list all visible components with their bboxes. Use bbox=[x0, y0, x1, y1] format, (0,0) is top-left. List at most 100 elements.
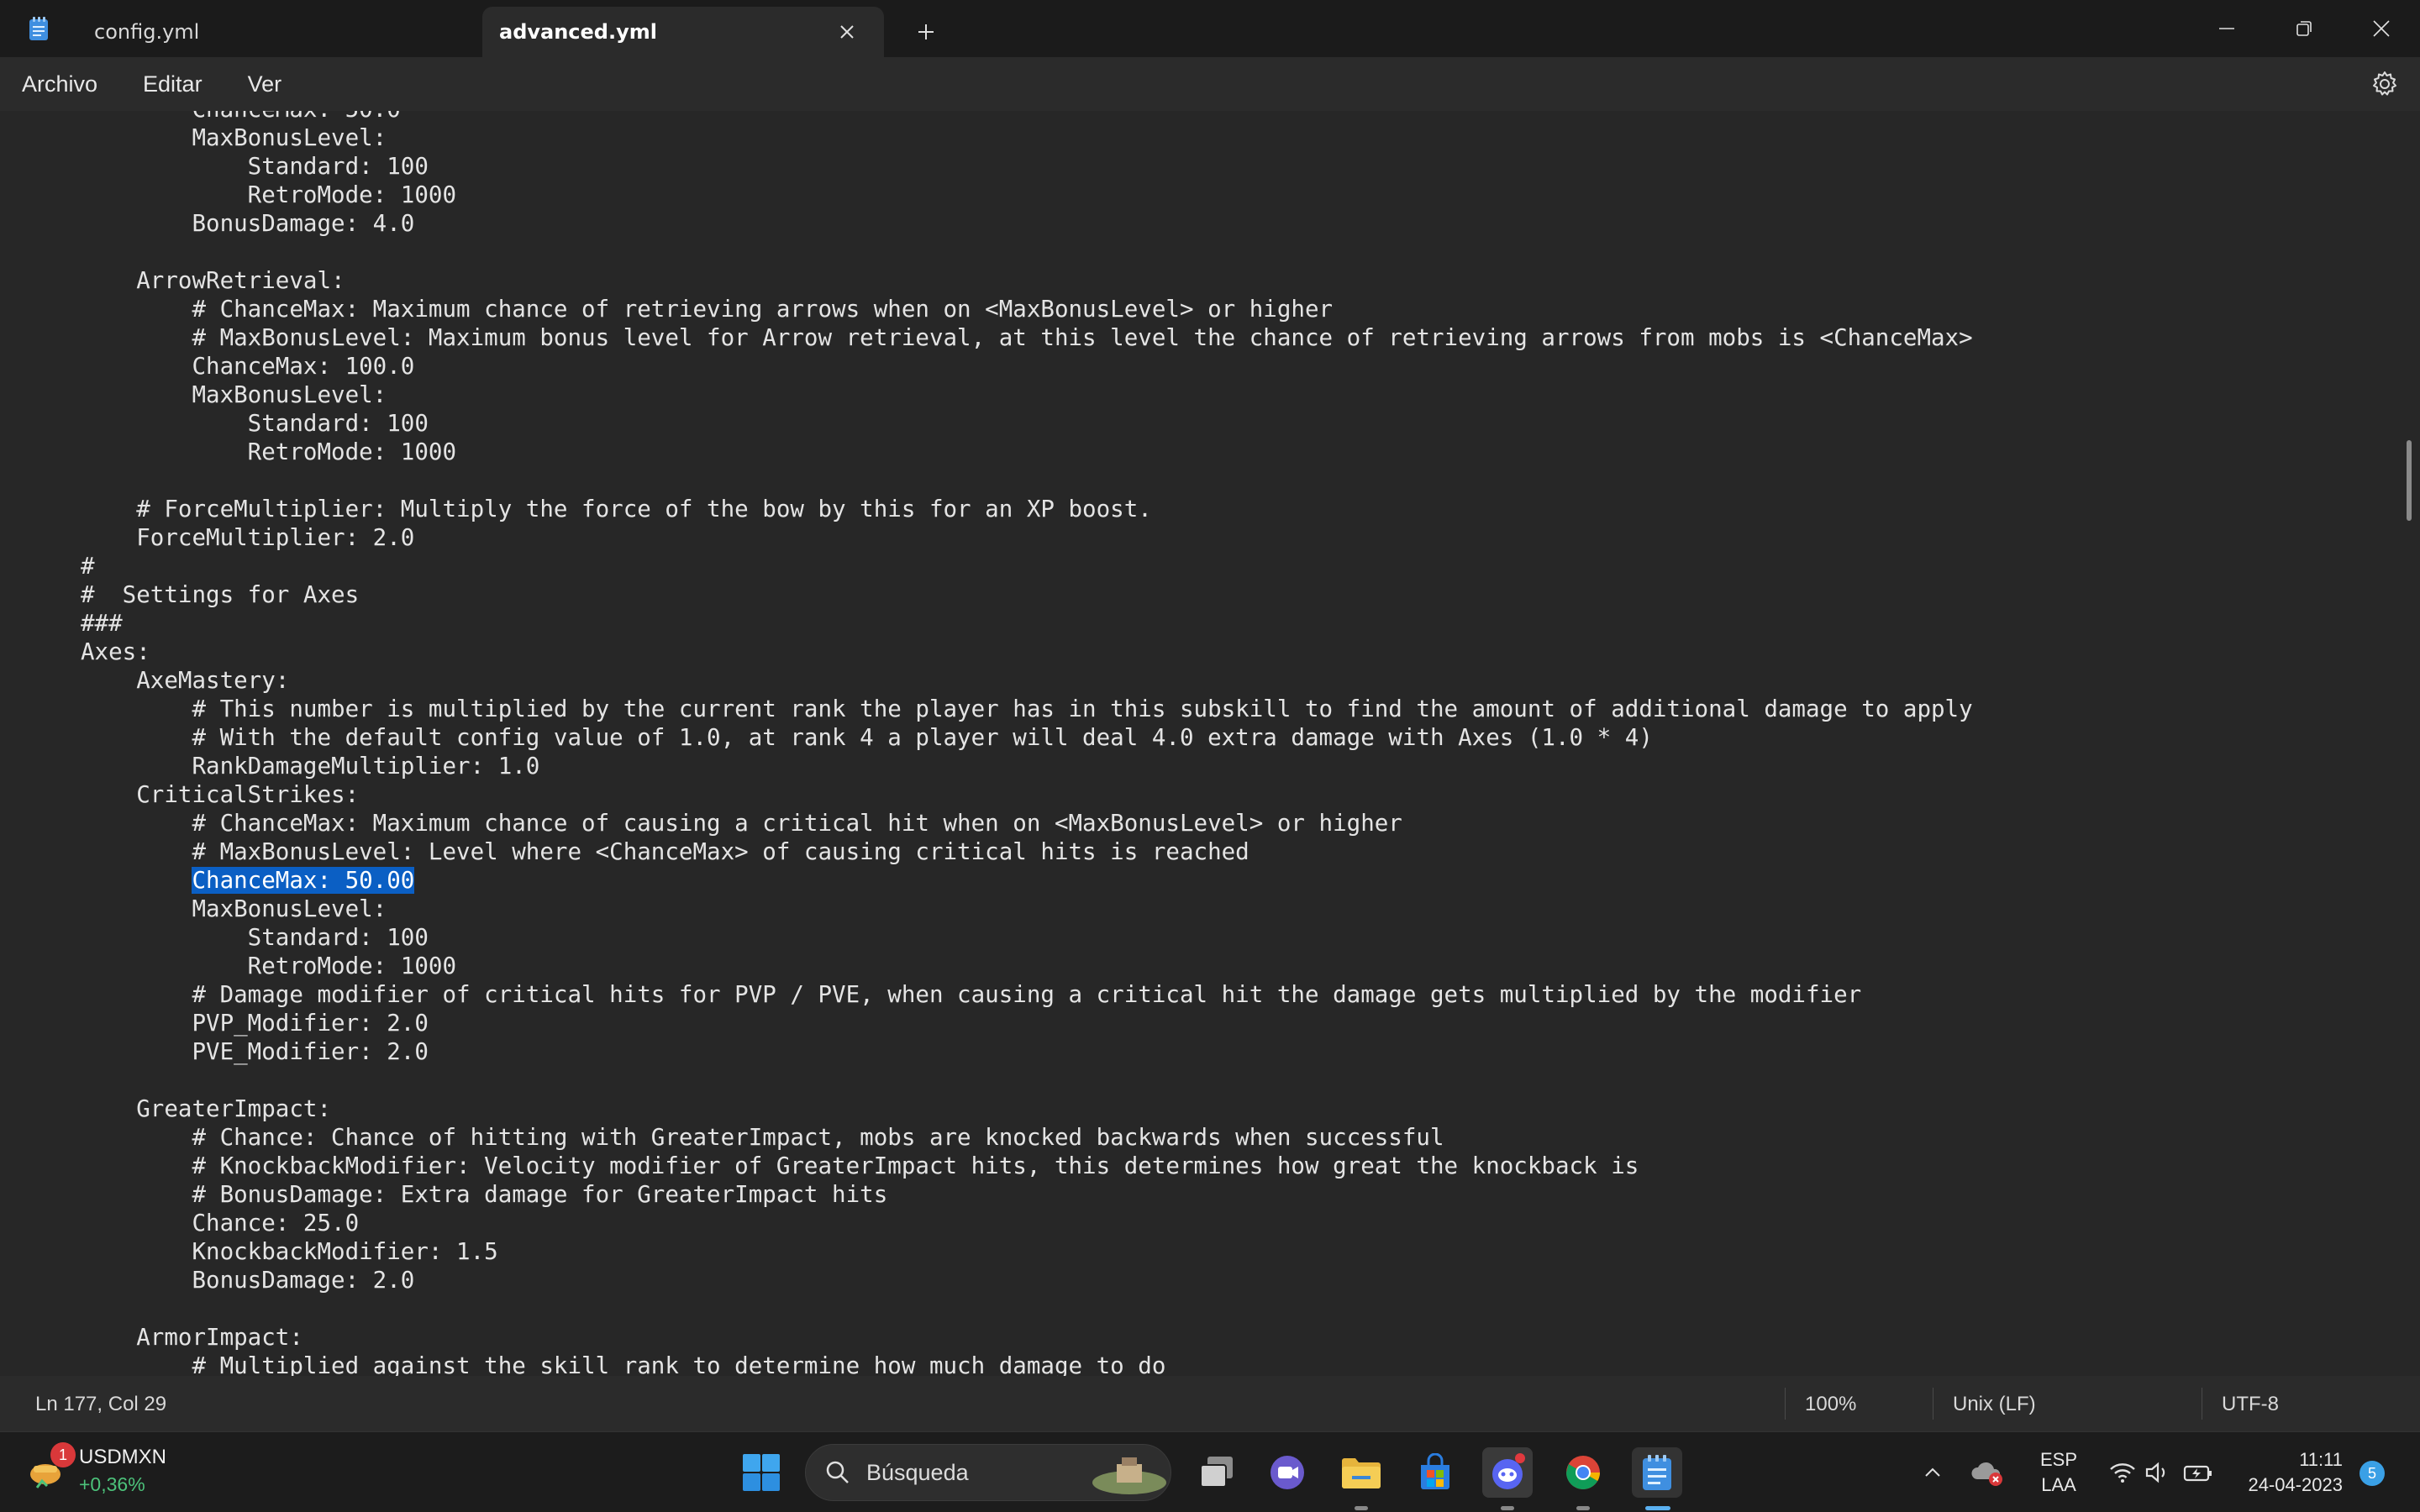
code-line[interactable]: ChanceMax: 100.0 bbox=[81, 352, 1973, 381]
ticker-name: USDMXN bbox=[79, 1446, 167, 1468]
code-line[interactable] bbox=[81, 466, 1973, 495]
code-line[interactable]: MaxBonusLevel: bbox=[81, 381, 1973, 409]
menu-archivo[interactable]: Archivo bbox=[22, 71, 97, 97]
code-line[interactable]: ChanceMax: 50.00 bbox=[81, 866, 1973, 895]
minimize-icon[interactable] bbox=[2188, 0, 2265, 57]
code-line[interactable]: ArrowRetrieval: bbox=[81, 266, 1973, 295]
code-line[interactable]: ### bbox=[81, 609, 1973, 638]
code-line[interactable]: PVP_Modifier: 2.0 bbox=[81, 1009, 1973, 1037]
clock-date: 24-04-2023 bbox=[2248, 1474, 2343, 1495]
code-line[interactable]: # BonusDamage: Extra damage for GreaterI… bbox=[81, 1180, 1973, 1209]
wifi-icon[interactable] bbox=[2104, 1447, 2141, 1498]
volume-icon[interactable] bbox=[2139, 1447, 2176, 1498]
code-line[interactable]: BonusDamage: 4.0 bbox=[81, 209, 1973, 238]
ticker-change: +0,36% bbox=[79, 1473, 145, 1495]
restore-icon[interactable] bbox=[2265, 0, 2343, 57]
close-window-icon[interactable] bbox=[2343, 0, 2420, 57]
code-line[interactable]: # MaxBonusLevel: Level where <ChanceMax>… bbox=[81, 837, 1973, 866]
vertical-scrollbar-thumb[interactable] bbox=[2407, 440, 2412, 521]
code-line[interactable] bbox=[81, 238, 1973, 266]
code-line[interactable]: Chance: 25.0 bbox=[81, 1209, 1973, 1237]
code-line[interactable]: # bbox=[81, 552, 1973, 580]
window-controls bbox=[2188, 0, 2420, 57]
line-ending[interactable]: Unix (LF) bbox=[1953, 1393, 2036, 1416]
code-line[interactable]: # This number is multiplied by the curre… bbox=[81, 695, 1972, 723]
input-language[interactable]: ESP LAA bbox=[2040, 1447, 2077, 1498]
code-line[interactable]: MaxBonusLevel: bbox=[81, 123, 1973, 152]
notepad-app-icon bbox=[0, 0, 77, 57]
tab-label: advanced.yml bbox=[499, 20, 657, 44]
widgets-button[interactable]: 1 USDMXN +0,36% bbox=[25, 1442, 167, 1498]
code-line[interactable]: CriticalStrikes: bbox=[81, 780, 1973, 809]
search-placeholder: Búsqueda bbox=[866, 1459, 969, 1485]
code-line[interactable]: GreaterImpact: bbox=[81, 1095, 1973, 1123]
close-tab-icon[interactable] bbox=[834, 18, 860, 45]
code-line[interactable]: # Multiplied against the skill rank to d… bbox=[81, 1352, 1973, 1376]
code-line[interactable] bbox=[81, 1294, 1973, 1323]
task-view-icon[interactable] bbox=[1192, 1447, 1242, 1498]
tab-config-yml[interactable]: config.yml bbox=[77, 7, 479, 57]
running-indicator bbox=[1355, 1506, 1368, 1510]
zoom-level[interactable]: 100% bbox=[1805, 1393, 1856, 1416]
chrome-icon[interactable] bbox=[1558, 1447, 1608, 1498]
code-line[interactable]: Standard: 100 bbox=[81, 409, 1973, 438]
show-hidden-icons-chevron-icon[interactable] bbox=[1916, 1447, 1949, 1498]
code-line[interactable]: # Chance: Chance of hitting with Greater… bbox=[81, 1123, 1973, 1152]
code-line[interactable]: ArmorImpact: bbox=[81, 1323, 1973, 1352]
code-line[interactable]: MaxBonusLevel: bbox=[81, 895, 1973, 923]
start-windows-icon[interactable] bbox=[736, 1447, 786, 1498]
cursor-position: Ln 177, Col 29 bbox=[35, 1393, 167, 1415]
discord-icon[interactable] bbox=[1482, 1447, 1533, 1498]
code-line[interactable]: Standard: 100 bbox=[81, 923, 1973, 952]
code-line[interactable]: # With the default config value of 1.0, … bbox=[81, 723, 1973, 752]
onedrive-error-icon[interactable] bbox=[1966, 1447, 2008, 1498]
code-line[interactable]: ForceMultiplier: 2.0 bbox=[81, 523, 1973, 552]
code-line[interactable]: PVE_Modifier: 2.0 bbox=[81, 1037, 1973, 1066]
code-line[interactable]: # Damage modifier of critical hits for P… bbox=[81, 980, 1973, 1009]
code-content[interactable]: ChanceMax: 50.0 MaxBonusLevel: Standard:… bbox=[81, 111, 1973, 1376]
code-line[interactable]: # ForceMultiplier: Multiply the force of… bbox=[81, 495, 1973, 523]
menu-editar[interactable]: Editar bbox=[143, 71, 203, 97]
text-editor[interactable]: ChanceMax: 50.0 MaxBonusLevel: Standard:… bbox=[0, 111, 2420, 1376]
code-line[interactable]: RankDamageMultiplier: 1.0 bbox=[81, 752, 1973, 780]
battery-charging-icon[interactable] bbox=[2180, 1447, 2217, 1498]
active-indicator bbox=[1645, 1506, 1670, 1510]
taskbar: 1 USDMXN +0,36% Búsqueda ESP LAA 11:11 2… bbox=[0, 1431, 2420, 1512]
encoding[interactable]: UTF-8 bbox=[2222, 1393, 2279, 1416]
widget-badge: 1 bbox=[50, 1442, 76, 1467]
notification-count-badge[interactable]: 5 bbox=[2360, 1461, 2385, 1486]
file-explorer-icon[interactable] bbox=[1336, 1447, 1386, 1498]
status-divider bbox=[1785, 1388, 1786, 1420]
tab-advanced-yml[interactable]: advanced.yml bbox=[482, 7, 884, 57]
new-tab-plus-icon[interactable] bbox=[884, 7, 968, 57]
settings-gear-icon[interactable] bbox=[2370, 69, 2400, 99]
teams-chat-icon[interactable] bbox=[1262, 1447, 1313, 1498]
code-line[interactable]: # Settings for Axes bbox=[81, 580, 1973, 609]
keyboard-layout: LAA bbox=[2041, 1474, 2076, 1495]
widget-icon: 1 bbox=[25, 1442, 76, 1496]
selected-text[interactable]: ChanceMax: 50.00 bbox=[192, 867, 415, 894]
code-line[interactable]: RetroMode: 1000 bbox=[81, 952, 1973, 980]
taskbar-search[interactable]: Búsqueda bbox=[805, 1444, 1171, 1501]
code-line[interactable]: # MaxBonusLevel: Maximum bonus level for… bbox=[81, 323, 1972, 352]
code-line[interactable] bbox=[81, 1066, 1973, 1095]
menu-ver[interactable]: Ver bbox=[248, 71, 282, 97]
search-highlight-icon bbox=[1092, 1457, 1166, 1494]
code-line[interactable]: RetroMode: 1000 bbox=[81, 438, 1973, 466]
code-line[interactable]: BonusDamage: 2.0 bbox=[81, 1266, 1973, 1294]
code-line[interactable]: ChanceMax: 50.0 bbox=[81, 111, 1973, 123]
code-line[interactable]: # ChanceMax: Maximum chance of causing a… bbox=[81, 809, 1973, 837]
clock[interactable]: 11:11 24-04-2023 bbox=[2225, 1447, 2343, 1498]
code-line[interactable]: Standard: 100 bbox=[81, 152, 1973, 181]
code-line[interactable]: AxeMastery: bbox=[81, 666, 1973, 695]
microsoft-store-icon[interactable] bbox=[1410, 1447, 1460, 1498]
code-line[interactable]: # KnockbackModifier: Velocity modifier o… bbox=[81, 1152, 1973, 1180]
code-line[interactable]: KnockbackModifier: 1.5 bbox=[81, 1237, 1973, 1266]
code-line[interactable]: # ChanceMax: Maximum chance of retrievin… bbox=[81, 295, 1973, 323]
language-code: ESP bbox=[2040, 1449, 2078, 1470]
notepad-taskbar-icon[interactable] bbox=[1632, 1447, 1682, 1498]
code-line[interactable]: RetroMode: 1000 bbox=[81, 181, 1973, 209]
status-bar: Ln 177, Col 29 100% Unix (LF) UTF-8 bbox=[0, 1376, 2420, 1431]
code-line[interactable]: Axes: bbox=[81, 638, 1973, 666]
